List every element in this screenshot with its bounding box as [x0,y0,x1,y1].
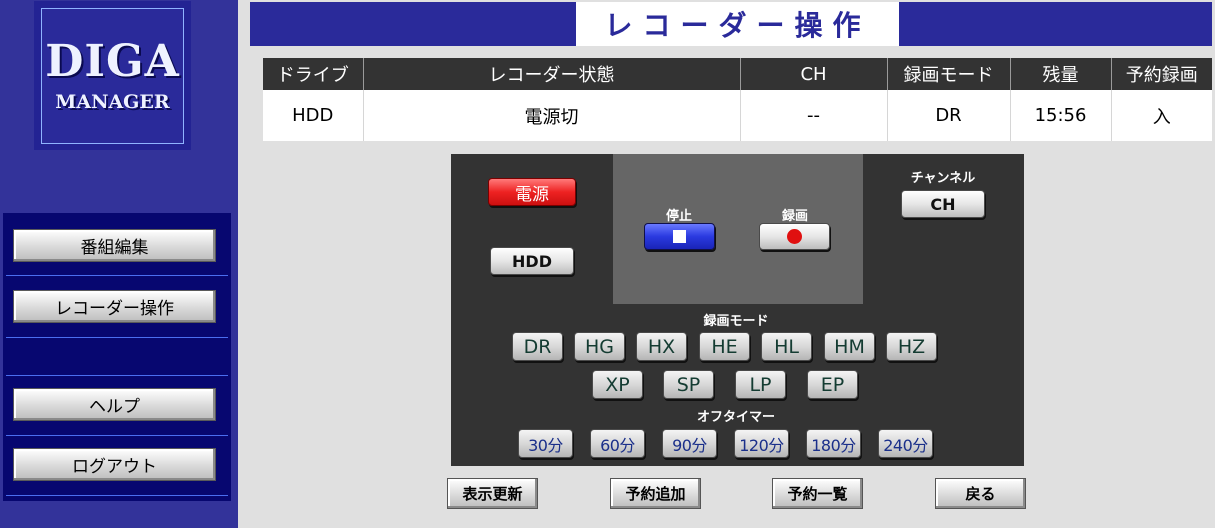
table-header-row: ドライブ レコーダー状態 CH 録画モード 残量 予約録画 [263,58,1212,90]
nav-divider [6,435,228,436]
timer-90-button[interactable]: 90分 [662,429,717,458]
nav-logout-button[interactable]: ログアウト [13,448,216,481]
timer-30-button[interactable]: 30分 [518,429,573,458]
col-recorder-state-header: レコーダー状態 [362,58,740,90]
nav-recorder-control-button[interactable]: レコーダー操作 [13,290,216,323]
header-bar-right [899,2,1212,46]
table-row: HDD 電源切 -- DR 15:56 入 [263,90,1212,141]
cell-scheduled-rec: 入 [1110,90,1212,141]
col-scheduled-rec-header: 予約録画 [1110,58,1212,90]
diga-manager-logo: DIGA MANAGER [34,1,191,150]
record-button[interactable] [759,223,830,250]
logo-text-diga: DIGA [45,36,180,87]
remote-control-panel: 電源 HDD 停止 録画 チャンネル CH 録画モード DR HG HX HE … [451,154,1024,466]
col-record-mode-header: 録画モード [886,58,1010,90]
nav-divider [6,337,228,338]
nav-divider [6,275,228,276]
timer-240-button[interactable]: 240分 [878,429,933,458]
cell-recorder-state: 電源切 [362,90,740,141]
stop-button[interactable] [644,223,715,250]
hdd-button[interactable]: HDD [490,247,574,275]
reservation-list-button[interactable]: 予約一覧 [772,478,863,509]
mode-xp-button[interactable]: XP [592,370,643,399]
refresh-display-button[interactable]: 表示更新 [447,478,538,509]
timer-180-button[interactable]: 180分 [806,429,861,458]
channel-button[interactable]: CH [901,190,985,218]
sidebar-nav: 番組編集 レコーダー操作 ヘルプ ログアウト [3,213,231,501]
mode-lp-button[interactable]: LP [735,370,786,399]
cell-remaining: 15:56 [1009,90,1111,141]
nav-program-edit-button[interactable]: 番組編集 [13,229,216,262]
mode-hx-button[interactable]: HX [636,332,687,361]
header-bar-left [250,2,576,46]
cell-drive: HDD [263,90,363,141]
stop-icon [673,230,686,243]
record-label: 録画 [781,209,808,224]
mode-hz-button[interactable]: HZ [886,332,937,361]
logo-text-manager: MANAGER [55,91,170,113]
mode-dr-button[interactable]: DR [512,332,563,361]
page-title: レコーダー操作 [576,2,899,46]
mode-sp-button[interactable]: SP [663,370,714,399]
col-drive-header: ドライブ [263,58,363,90]
mode-he-button[interactable]: HE [699,332,750,361]
power-button[interactable]: 電源 [488,178,576,206]
nav-help-button[interactable]: ヘルプ [13,388,216,421]
timer-120-button[interactable]: 120分 [734,429,789,458]
col-remaining-header: 残量 [1009,58,1111,90]
mode-hl-button[interactable]: HL [761,332,812,361]
record-icon [787,229,802,244]
add-reservation-button[interactable]: 予約追加 [610,478,701,509]
logo-frame: DIGA MANAGER [41,8,184,144]
nav-divider [6,375,228,376]
nav-divider [6,495,228,496]
timer-60-button[interactable]: 60分 [590,429,645,458]
sidebar: DIGA MANAGER 番組編集 レコーダー操作 ヘルプ ログアウト [0,0,238,528]
col-channel-header: CH [739,58,887,90]
mode-hg-button[interactable]: HG [574,332,625,361]
off-timer-label: オフタイマー [696,410,775,425]
mode-ep-button[interactable]: EP [807,370,858,399]
record-mode-label: 録画モード [703,314,769,329]
recorder-status-table: ドライブ レコーダー状態 CH 録画モード 残量 予約録画 HDD 電源切 --… [263,58,1212,141]
cell-channel: -- [739,90,887,141]
channel-label: チャンネル [910,171,976,186]
back-button[interactable]: 戻る [935,478,1026,509]
cell-record-mode: DR [886,90,1010,141]
mode-hm-button[interactable]: HM [824,332,875,361]
stop-label: 停止 [665,209,692,224]
